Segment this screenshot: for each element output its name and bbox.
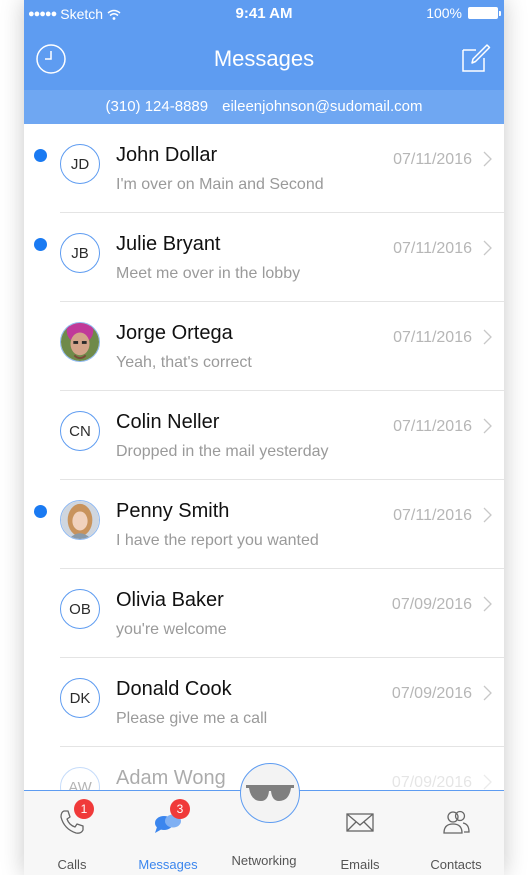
phone-screen: ●●●●● Sketch 9:41 AM 100% Messages (310)… [24,0,504,875]
message-preview: Please give me a call [116,710,268,727]
tab-contacts[interactable]: Contacts [408,791,504,875]
unread-dot [34,505,47,518]
avatar-photo [60,500,100,540]
message-row-penny-smith[interactable]: Penny Smith I have the report you wanted… [24,480,504,569]
message-preview: Meet me over in the lobby [116,265,301,282]
tab-networking[interactable]: Networking [216,791,312,875]
contacts-people-icon [443,810,470,834]
compose-icon[interactable] [460,42,492,74]
contact-name: John Dollar [116,144,218,166]
envelope-icon [346,813,374,832]
status-bar: ●●●●● Sketch 9:41 AM 100% [24,0,504,26]
contact-name: Colin Neller [116,411,220,433]
contact-name: Jorge Ortega [116,322,233,344]
avatar: OB [60,589,100,629]
tab-label: Calls [57,857,87,872]
chevron-right-icon [483,685,492,701]
message-date: 07/11/2016 [393,151,472,168]
chevron-right-icon [483,240,492,256]
header: ●●●●● Sketch 9:41 AM 100% Messages [24,0,504,90]
message-date: 07/11/2016 [393,240,472,257]
chevron-right-icon [483,418,492,434]
avatar-photo [60,322,100,362]
account-info-bar: (310) 124-8889 eileenjohnson@sudomail.com [24,90,504,124]
nav-bar: Messages [24,36,504,84]
tab-bar: 1 Calls 3 Messages Networking Emails Con… [24,763,504,875]
tab-label: Messages [138,857,198,872]
message-row-julie-bryant[interactable]: JB Julie Bryant Meet me over in the lobb… [24,213,504,302]
chevron-right-icon [483,774,492,790]
chevron-right-icon [483,329,492,345]
avatar: CN [60,411,100,451]
tab-label: Emails [340,857,380,872]
battery-icon [468,7,501,19]
avatar: DK [60,678,100,718]
message-date: 07/09/2016 [391,596,472,613]
message-row-olivia-baker[interactable]: OB Olivia Baker you're welcome 07/09/201… [24,569,504,658]
message-date: 07/11/2016 [393,329,472,346]
contact-name: Olivia Baker [116,589,224,611]
person-photo-icon [61,501,99,539]
message-date: 07/11/2016 [393,507,472,524]
unread-dot [34,238,47,251]
battery-percent: 100% [426,5,462,21]
chevron-right-icon [483,507,492,523]
contact-name: Penny Smith [116,500,230,522]
unread-dot [34,149,47,162]
avatar: AW [60,767,100,790]
message-preview: you're welcome [116,621,227,638]
account-email: eileenjohnson@sudomail.com [222,98,423,115]
avatar: JB [60,233,100,273]
tab-label: Networking [231,853,297,868]
messages-badge: 3 [170,799,190,819]
chevron-right-icon [483,596,492,612]
message-preview: I have the report you wanted [116,532,319,549]
tab-label: Contacts [430,857,482,872]
avatar: JD [60,144,100,184]
contact-name: Adam Wong [116,767,226,789]
chevron-right-icon [483,151,492,167]
tab-calls[interactable]: 1 Calls [24,791,120,875]
calls-badge: 1 [74,799,94,819]
message-preview: Yeah, that's correct [116,354,252,371]
person-photo-icon [61,323,99,361]
message-date: 07/09/2016 [391,774,472,790]
contact-name: Julie Bryant [116,233,221,255]
contact-name: Donald Cook [116,678,232,700]
message-list: JD John Dollar I'm over on Main and Seco… [24,124,504,790]
message-row-donald-cook[interactable]: DK Donald Cook Please give me a call 07/… [24,658,504,747]
page-title: Messages [213,46,315,71]
account-phone: (310) 124-8889 [105,98,209,115]
message-preview: I'm over on Main and Second [116,176,324,193]
message-preview: Dropped in the mail yesterday [116,443,329,460]
message-date: 07/11/2016 [393,418,472,435]
message-row-colin-neller[interactable]: CN Colin Neller Dropped in the mail yest… [24,391,504,480]
message-row-jorge-ortega[interactable]: Jorge Ortega Yeah, that's correct 07/11/… [24,302,504,391]
tab-emails[interactable]: Emails [312,791,408,875]
message-date: 07/09/2016 [391,685,472,702]
message-row-john-dollar[interactable]: JD John Dollar I'm over on Main and Seco… [24,124,504,213]
tab-messages[interactable]: 3 Messages [120,791,216,875]
